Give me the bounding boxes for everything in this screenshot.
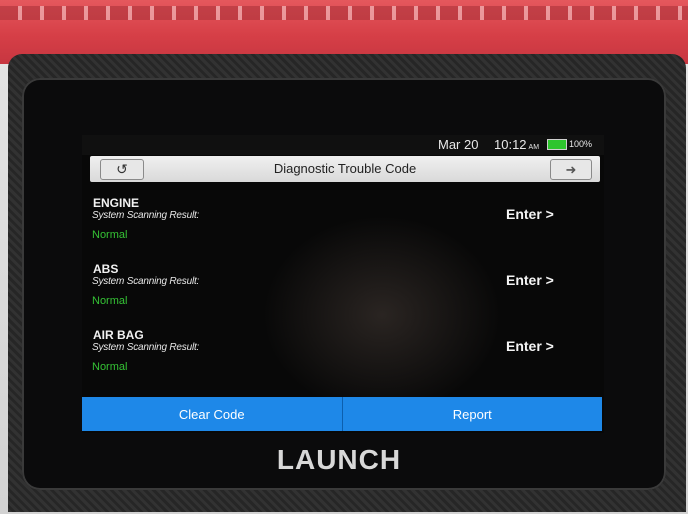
system-subtitle: System Scanning Result:: [92, 210, 200, 221]
exit-icon: ➜: [565, 161, 577, 177]
system-subtitle: System Scanning Result:: [92, 276, 200, 287]
battery-percent: 100%: [569, 139, 593, 149]
system-item-airbag: AIR BAG System Scanning Result: Normal E…: [82, 328, 604, 390]
brand-logo: LAUNCH: [276, 444, 402, 475]
system-status: Normal: [92, 361, 128, 373]
status-time: 10:12 AM: [494, 137, 539, 152]
page-title: Diagnostic Trouble Code: [273, 161, 417, 176]
battery-icon: [547, 139, 567, 150]
enter-button-engine[interactable]: Enter >: [506, 206, 554, 222]
system-name: ENGINE: [93, 196, 140, 210]
enter-button-abs[interactable]: Enter >: [506, 272, 554, 288]
system-item-engine: ENGINE System Scanning Result: Normal En…: [82, 196, 604, 258]
status-date: Mar 20: [438, 137, 479, 152]
status-ampm: AM: [528, 144, 540, 151]
system-name: ABS: [93, 262, 119, 276]
system-status: Normal: [92, 295, 128, 307]
screen: Mar 20 10:12 AM 100% ↺ Diagnostic Trouble…: [82, 135, 604, 433]
system-status: Normal: [92, 229, 128, 241]
exit-button[interactable]: ➜: [550, 159, 592, 180]
report-button[interactable]: Report: [341, 397, 602, 431]
system-subtitle: System Scanning Result:: [92, 342, 200, 353]
bottom-action-bar: Clear Code Report: [82, 397, 602, 431]
status-time-value: 10:12: [494, 137, 527, 152]
status-bar: Mar 20 10:12 AM 100%: [82, 135, 604, 155]
clear-code-button[interactable]: Clear Code: [82, 397, 342, 431]
system-name: AIR BAG: [93, 328, 144, 342]
enter-button-airbag[interactable]: Enter >: [506, 338, 554, 354]
system-item-abs: ABS System Scanning Result: Normal Enter…: [82, 262, 604, 324]
title-bar: ↺ Diagnostic Trouble Code ➜: [90, 156, 600, 182]
